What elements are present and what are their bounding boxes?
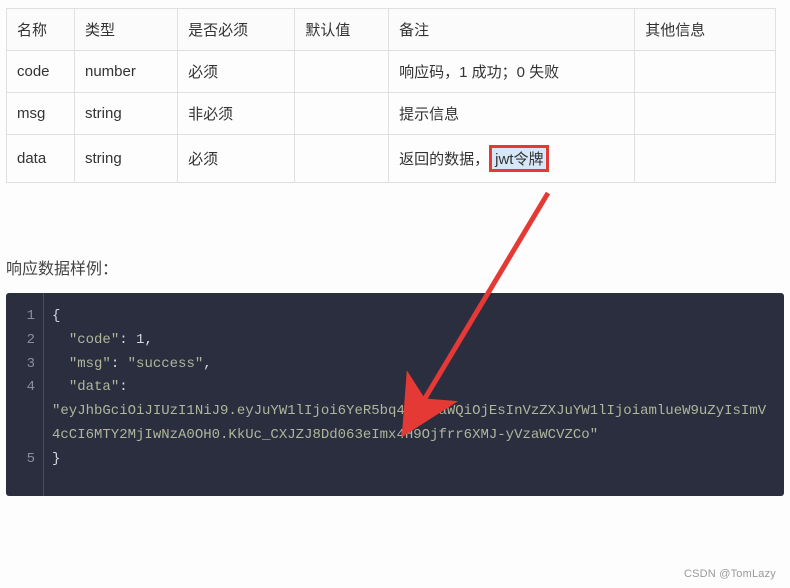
- th-type: 类型: [74, 9, 177, 51]
- cell-default: [295, 51, 389, 93]
- cell-other: [635, 135, 776, 183]
- json-key-msg: "msg": [69, 356, 111, 372]
- brace-close: }: [52, 451, 60, 467]
- cell-name: data: [7, 135, 75, 183]
- th-note: 备注: [389, 9, 635, 51]
- code-block: 1 2 3 4 5 { "code": 1, "msg": "success",…: [6, 293, 784, 496]
- cell-type: string: [74, 135, 177, 183]
- note-prefix: 返回的数据，: [399, 151, 489, 168]
- cell-required: 非必须: [178, 93, 295, 135]
- cell-name: msg: [7, 93, 75, 135]
- table-row: data string 必须 返回的数据，jwt令牌: [7, 135, 776, 183]
- cell-required: 必须: [178, 135, 295, 183]
- line-number: 2: [6, 329, 35, 353]
- table-header-row: 名称 类型 是否必须 默认值 备注 其他信息: [7, 9, 776, 51]
- sep: :: [119, 332, 136, 348]
- sep: :: [119, 379, 127, 395]
- cell-name: code: [7, 51, 75, 93]
- cell-type: number: [74, 51, 177, 93]
- line-number: 5: [6, 448, 35, 472]
- cell-default: [295, 93, 389, 135]
- th-name: 名称: [7, 9, 75, 51]
- cell-note: 响应码，1 成功；0 失败: [389, 51, 635, 93]
- cell-note: 提示信息: [389, 93, 635, 135]
- cell-type: string: [74, 93, 177, 135]
- json-key-code: "code": [69, 332, 119, 348]
- table-row: msg string 非必须 提示信息: [7, 93, 776, 135]
- jwt-highlight: jwt令牌: [489, 145, 549, 172]
- line-number: 4: [6, 376, 35, 400]
- brace-open: {: [52, 308, 60, 324]
- table-row: code number 必须 响应码，1 成功；0 失败: [7, 51, 776, 93]
- th-default: 默认值: [295, 9, 389, 51]
- sample-label: 响应数据样例：: [6, 255, 790, 279]
- cell-other: [635, 51, 776, 93]
- line-number: 1: [6, 305, 35, 329]
- line-number: 3: [6, 353, 35, 377]
- json-val-msg: "success": [128, 356, 204, 372]
- comma: ,: [203, 356, 211, 372]
- cell-required: 必须: [178, 51, 295, 93]
- cell-note: 返回的数据，jwt令牌: [389, 135, 635, 183]
- line-number-gutter: 1 2 3 4 5: [6, 293, 44, 496]
- json-val-data: "eyJhbGciOiJIUzI1NiJ9.eyJuYW1lIjoi6YeR5b…: [52, 403, 766, 443]
- comma: ,: [144, 332, 152, 348]
- watermark: CSDN @TomLazy: [684, 568, 776, 580]
- cell-default: [295, 135, 389, 183]
- cell-other: [635, 93, 776, 135]
- sep: :: [111, 356, 128, 372]
- response-fields-table: 名称 类型 是否必须 默认值 备注 其他信息 code number 必须 响应…: [6, 8, 776, 183]
- th-other: 其他信息: [635, 9, 776, 51]
- code-content: { "code": 1, "msg": "success", "data": "…: [52, 305, 784, 472]
- th-required: 是否必须: [178, 9, 295, 51]
- json-key-data: "data": [69, 379, 119, 395]
